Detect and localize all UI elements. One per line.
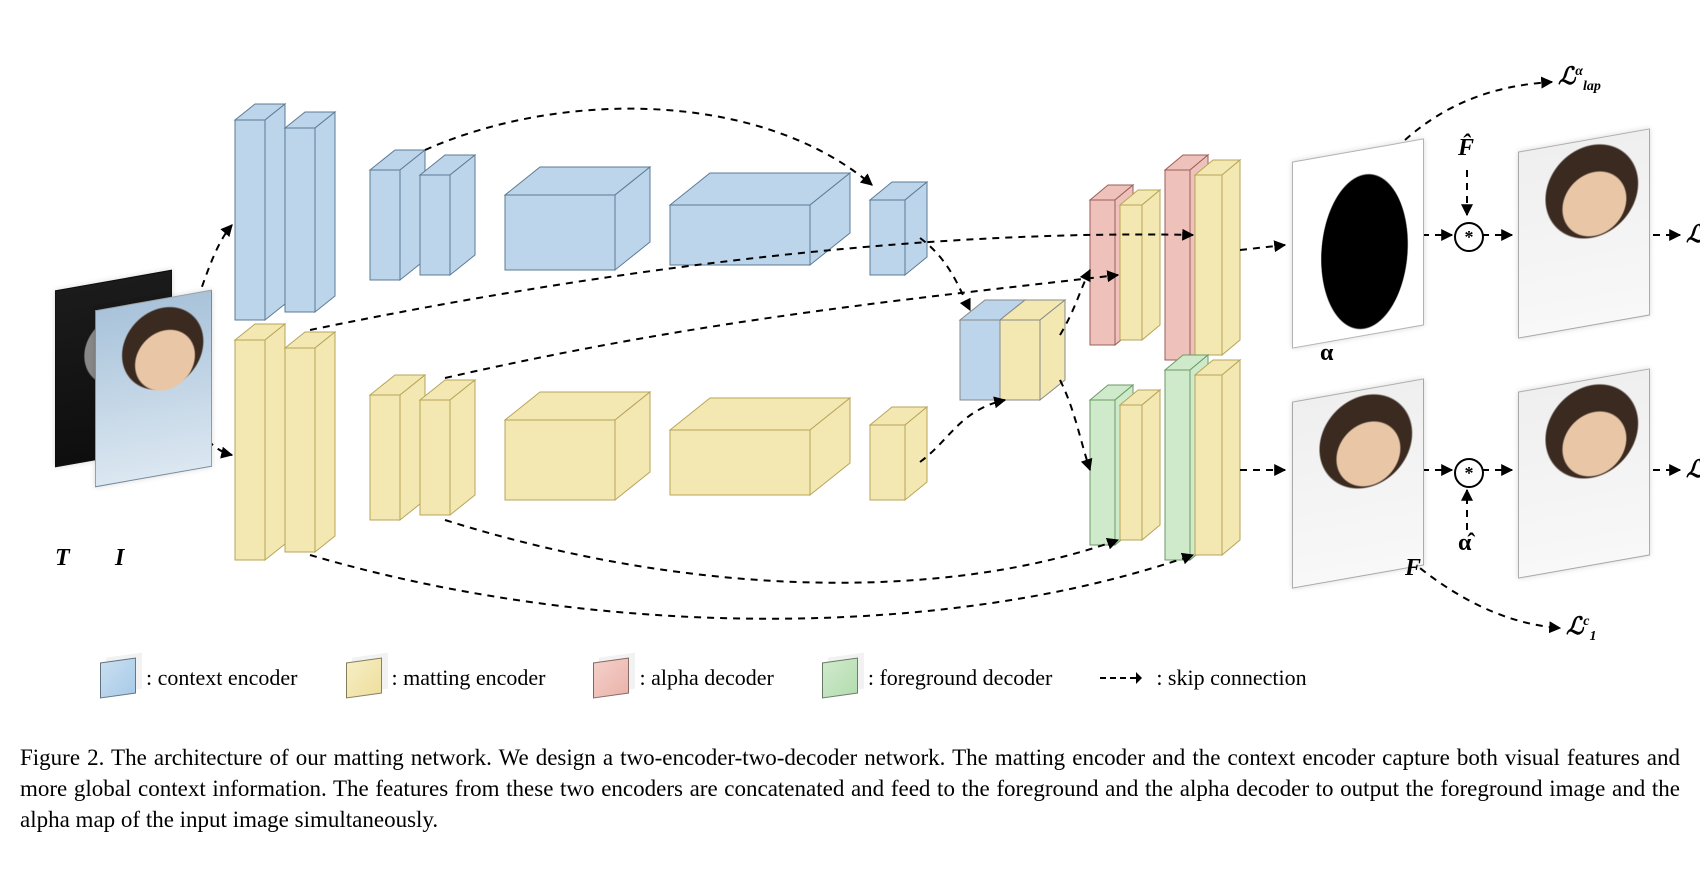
concat-feature (960, 300, 1065, 400)
matting-encoder (235, 324, 927, 560)
dashed-arrow-icon (1100, 669, 1146, 687)
legend-label: : context encoder (146, 665, 298, 691)
figure-label: Figure 2. (20, 745, 104, 770)
legend-skip-connection: : skip connection (1100, 665, 1306, 691)
legend-label: : alpha decoder (639, 665, 773, 691)
legend: : context encoder : matting encoder : al… (100, 660, 1307, 696)
cube-icon (593, 657, 629, 698)
figure-root: * * T I α F F̂ α̂ ℒαlap ℒαF ℒcF ℒc1 : co… (0, 0, 1700, 892)
composite-alpha-image (1518, 128, 1650, 338)
cube-icon (100, 657, 136, 698)
cube-icon (822, 657, 858, 698)
architecture-svg (0, 0, 1700, 660)
label-F-hat: F̂ (1458, 135, 1474, 162)
cube-icon (346, 657, 382, 698)
loss-1-c: ℒc1 (1566, 612, 1597, 645)
foreground-decoder (1090, 355, 1240, 560)
context-encoder (235, 104, 927, 320)
label-T: T (55, 545, 70, 572)
alpha-decoder (1090, 155, 1240, 360)
loss-F-c: ℒcF (1686, 455, 1700, 488)
figure-caption: Figure 2. The architecture of our mattin… (20, 742, 1680, 835)
legend-label: : skip connection (1156, 665, 1306, 691)
label-alpha: α (1320, 340, 1333, 367)
multiply-node-bottom: * (1454, 458, 1484, 488)
legend-label: : foreground decoder (868, 665, 1052, 691)
legend-foreground-decoder: : foreground decoder (822, 660, 1052, 696)
loss-lap-alpha: ℒαlap (1558, 62, 1601, 95)
loss-F-alpha: ℒαF (1686, 220, 1700, 253)
multiply-node-top: * (1454, 222, 1484, 252)
legend-label: : matting encoder (392, 665, 546, 691)
label-I: I (115, 545, 124, 572)
input-image (95, 290, 212, 488)
legend-alpha-decoder: : alpha decoder (593, 660, 773, 696)
label-F: F (1405, 555, 1421, 582)
composite-fg-image (1518, 368, 1650, 578)
legend-matting-encoder: : matting encoder (346, 660, 546, 696)
label-alpha-hat: α̂ (1458, 530, 1471, 557)
output-alpha-image (1292, 138, 1424, 348)
legend-context-encoder: : context encoder (100, 660, 298, 696)
figure-caption-text: The architecture of our matting network.… (20, 745, 1680, 832)
